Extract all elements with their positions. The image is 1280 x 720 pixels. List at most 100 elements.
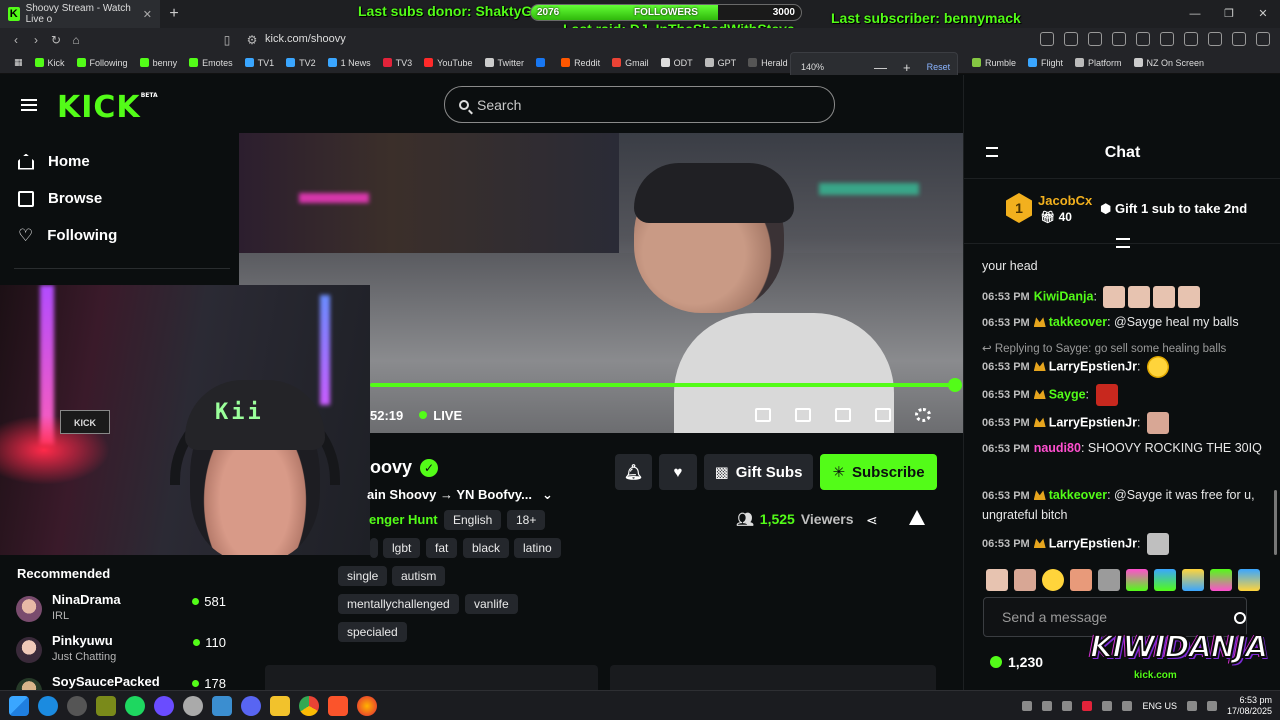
home-icon[interactable]: ⌂ — [66, 33, 86, 47]
bookmark-item[interactable] — [530, 58, 555, 68]
stream-tag[interactable]: specialed — [338, 622, 407, 642]
tray-icon[interactable] — [1082, 701, 1093, 711]
close-window-icon[interactable]: ✕ — [1246, 0, 1280, 28]
back-icon[interactable]: ‹ — [6, 33, 26, 47]
bookmark-item[interactable]: ODT — [655, 58, 699, 68]
stream-tag[interactable]: autism — [392, 566, 446, 586]
bookmark-icon[interactable]: ▯ — [217, 33, 237, 47]
bookmark-item[interactable]: Following — [71, 58, 134, 68]
discord-icon[interactable] — [241, 695, 261, 716]
message-user[interactable]: takkeover — [1049, 488, 1107, 502]
extension-icon[interactable] — [1256, 32, 1270, 46]
url-field[interactable]: kick.com/shoovy — [265, 33, 346, 45]
language-tag[interactable]: English — [444, 510, 502, 530]
fullscreen-icon[interactable] — [875, 408, 891, 422]
tray-icon[interactable] — [1042, 701, 1053, 711]
bookmark-item[interactable]: Reddit — [555, 58, 606, 68]
zoom-out-button[interactable]: — — [874, 60, 887, 75]
tray-icon[interactable] — [1022, 701, 1033, 711]
extension-icon[interactable] — [1136, 32, 1150, 46]
extension-icon[interactable] — [1064, 32, 1078, 46]
new-tab-button[interactable]: + — [160, 5, 188, 23]
minimize-icon[interactable]: — — [1178, 0, 1212, 28]
emote-icon[interactable] — [986, 569, 1008, 591]
extension-icon[interactable] — [1184, 32, 1198, 46]
recommended-channel[interactable]: NinaDrama IRL 581 — [16, 592, 226, 622]
stream-title[interactable]: ain Shoovy → YN Boofvy... ⌄ — [367, 487, 553, 503]
bookmark-item[interactable]: TV3 — [377, 58, 419, 68]
extension-icon[interactable] — [1088, 32, 1102, 46]
app-icon[interactable] — [183, 695, 203, 716]
chat-scrollbar[interactable] — [1274, 490, 1277, 555]
progress-knob[interactable] — [948, 378, 962, 392]
gift-subs-button[interactable]: ▩ Gift Subs — [704, 454, 813, 490]
bookmark-item[interactable]: Rumble — [966, 58, 1022, 68]
bookmark-item[interactable]: Gmail — [606, 58, 655, 68]
bookmark-item[interactable]: 1 News — [322, 58, 377, 68]
leader-name[interactable]: JacobCx — [1038, 193, 1092, 208]
clock[interactable]: 6:53 pm 17/08/2025 — [1227, 695, 1272, 717]
bookmark-item[interactable]: GPT — [699, 58, 743, 68]
bookmark-item[interactable]: Flight — [1022, 58, 1069, 68]
close-tab-icon[interactable]: ✕ — [143, 8, 152, 21]
clip-icon[interactable] — [795, 408, 811, 422]
emote-icon[interactable] — [1182, 569, 1204, 591]
emote-icon[interactable] — [1210, 569, 1232, 591]
extension-icon[interactable] — [1112, 32, 1126, 46]
tag-partial[interactable] — [370, 538, 378, 558]
tray-icon[interactable] — [1102, 701, 1113, 711]
share-icon[interactable]: ⋖ — [866, 512, 878, 529]
keyboard-locale[interactable]: ENG US — [1142, 701, 1177, 711]
volume-icon[interactable] — [1206, 701, 1217, 711]
message-user[interactable]: Sayge — [1049, 387, 1086, 401]
chevron-down-icon[interactable]: ⌄ — [542, 487, 553, 503]
pinned-toggle-icon[interactable] — [1116, 238, 1130, 248]
category-link[interactable]: enger Hunt — [369, 512, 438, 527]
file-explorer-icon[interactable] — [270, 695, 290, 716]
nav-home[interactable]: Home — [18, 153, 90, 170]
emote-icon[interactable] — [1238, 569, 1260, 591]
message-user[interactable]: takkeover — [1049, 315, 1107, 329]
spotify-icon[interactable] — [125, 695, 145, 716]
emote-icon[interactable] — [1126, 569, 1148, 591]
tray-icon[interactable] — [1122, 701, 1133, 711]
bookmark-item[interactable]: TV2 — [280, 58, 322, 68]
zoom-in-button[interactable]: + — [903, 60, 911, 75]
stream-tag[interactable]: vanlife — [465, 594, 518, 614]
apps-icon[interactable]: ▦ — [8, 57, 29, 68]
subscribe-button[interactable]: ✳ Subscribe — [820, 454, 937, 490]
nav-following[interactable]: ♡ Following — [18, 227, 117, 245]
bookmark-item[interactable]: NZ On Screen — [1128, 58, 1211, 68]
miniplayer-icon[interactable] — [755, 408, 771, 422]
extension-icon[interactable] — [1208, 32, 1222, 46]
zoom-reset-button[interactable]: Reset — [927, 62, 951, 72]
message-user[interactable]: LarryEpstienJr — [1049, 415, 1137, 429]
emote-icon[interactable] — [1014, 569, 1036, 591]
browser-tab-active[interactable]: K Shoovy Stream - Watch Live o ✕ — [0, 0, 160, 28]
emote-icon[interactable] — [1098, 569, 1120, 591]
bookmark-item[interactable]: Kick — [29, 58, 71, 68]
bookmark-item[interactable]: YouTube — [418, 58, 478, 68]
recommended-channel[interactable]: Pinkyuwu Just Chatting 110 — [16, 633, 226, 663]
stream-tag[interactable]: mentallychallenged — [338, 594, 459, 614]
emote-icon[interactable] — [1154, 569, 1176, 591]
message-user[interactable]: naudi80 — [1034, 441, 1081, 455]
chrome-icon[interactable] — [299, 695, 319, 716]
obs-icon[interactable] — [154, 695, 174, 716]
reload-icon[interactable]: ↻ — [46, 33, 66, 47]
bookmark-item[interactable]: Twitter — [479, 58, 531, 68]
stream-tag[interactable]: fat — [426, 538, 458, 558]
tray-icon[interactable] — [1062, 701, 1073, 711]
kick-logo[interactable]: KICKBETA — [57, 90, 158, 125]
bookmark-item[interactable]: benny — [134, 58, 184, 68]
stream-tag[interactable]: single — [338, 566, 388, 586]
firefox-icon[interactable] — [357, 695, 377, 716]
emote-icon[interactable] — [1070, 569, 1092, 591]
app-icon[interactable] — [67, 695, 87, 716]
bookmark-item[interactable]: Herald — [742, 58, 794, 68]
wifi-icon[interactable] — [1186, 701, 1197, 711]
fw-icon[interactable] — [96, 695, 116, 716]
edge-icon[interactable] — [38, 695, 58, 716]
extension-icon[interactable] — [1232, 32, 1246, 46]
emote-icon[interactable] — [1042, 569, 1064, 591]
